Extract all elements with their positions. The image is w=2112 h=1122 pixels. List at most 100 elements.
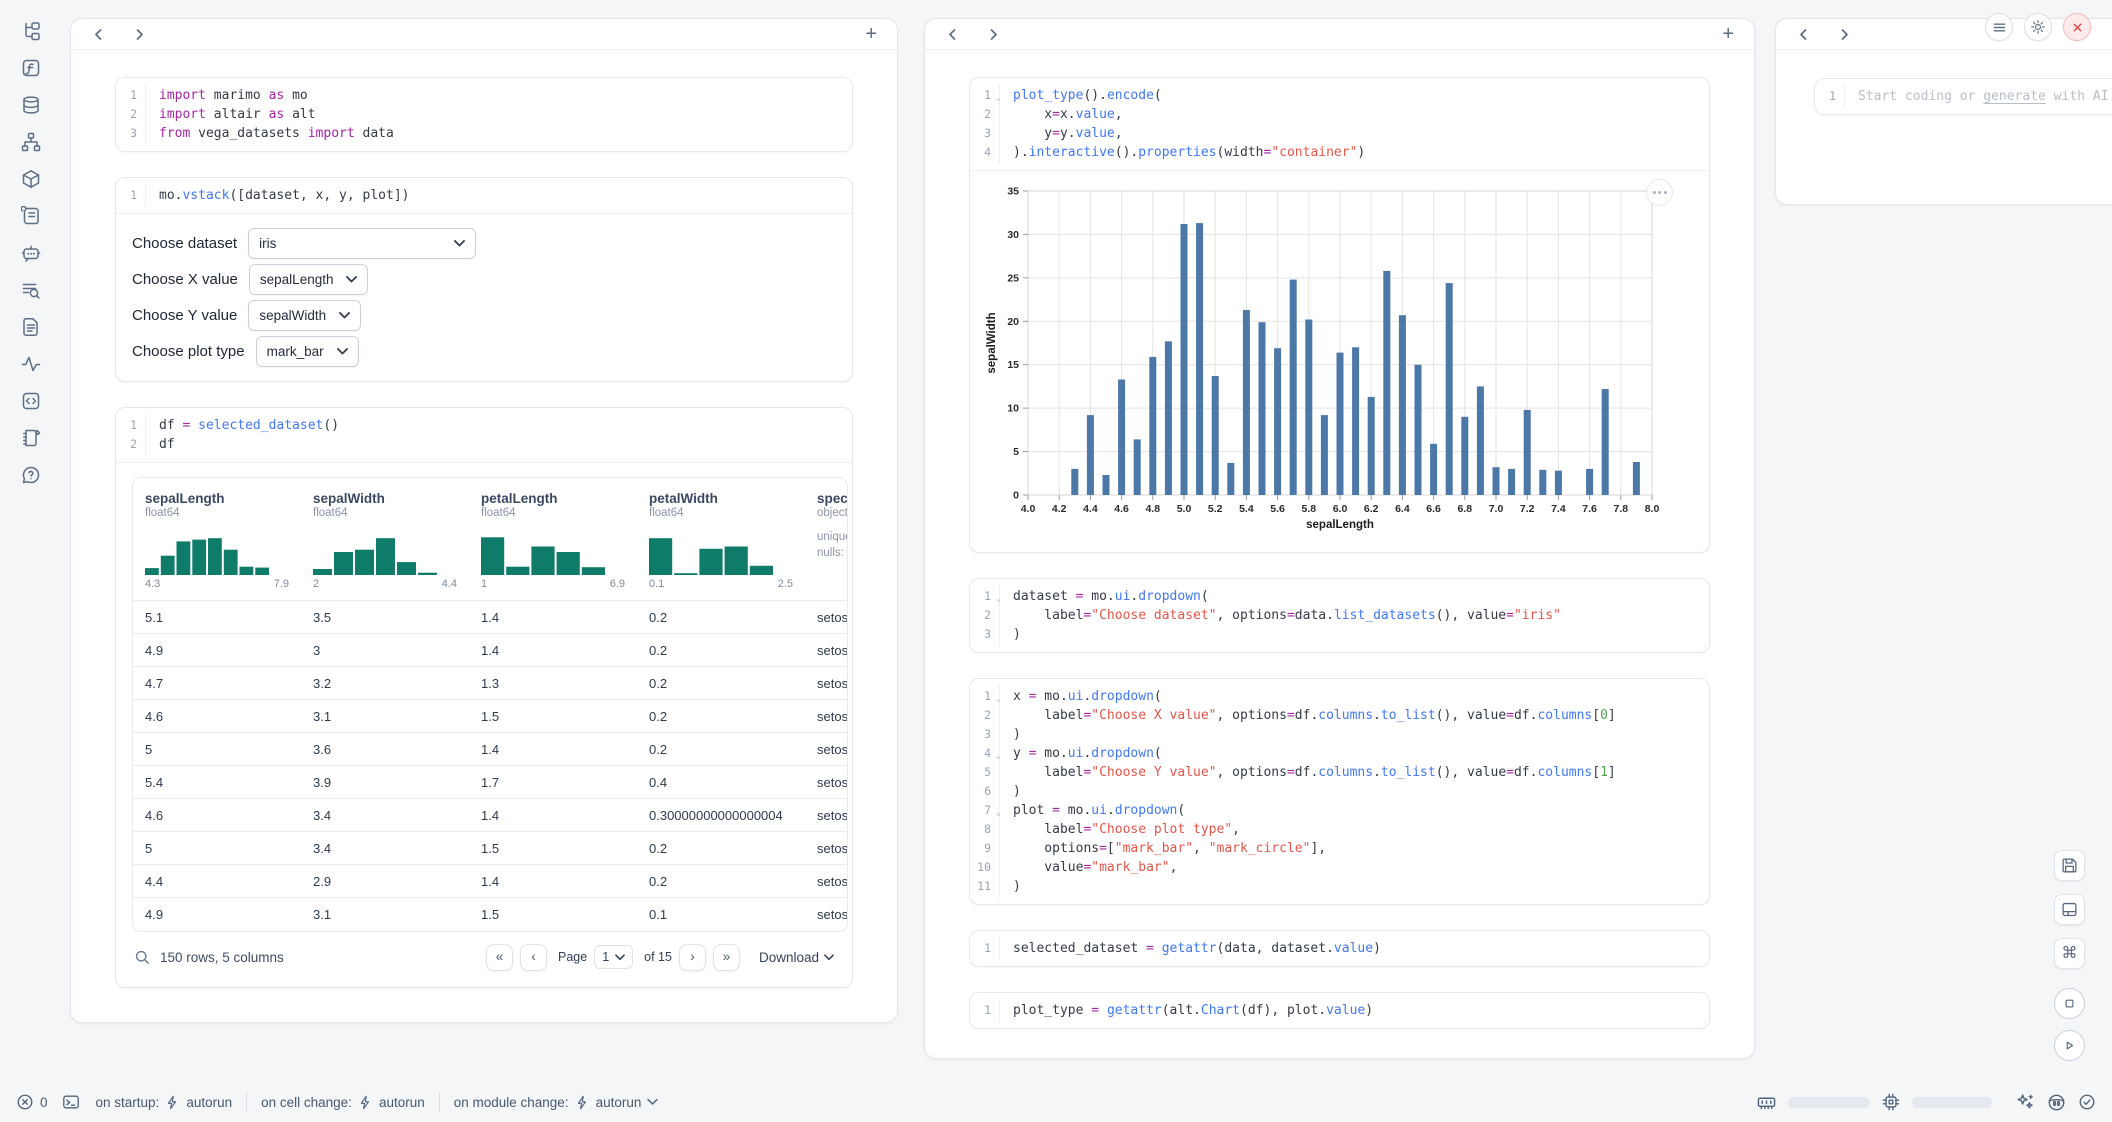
table-row[interactable]: 4.73.21.30.2setosa xyxy=(133,667,848,700)
column-header[interactable]: sepalLengthfloat644.37.9 xyxy=(133,478,301,601)
svg-text:7.6: 7.6 xyxy=(1582,503,1597,515)
table-cell: 5.4 xyxy=(133,766,301,799)
scroll-icon[interactable] xyxy=(21,205,42,226)
column-header[interactable]: petalLengthfloat6416.9 xyxy=(469,478,637,601)
table-cell: 1.4 xyxy=(469,733,637,766)
prev-column-icon[interactable] xyxy=(1796,27,1811,42)
dropdown-select[interactable]: mark_bar xyxy=(256,336,359,367)
bolt-icon xyxy=(575,1095,590,1110)
search-icon[interactable] xyxy=(134,949,151,966)
code-editor-imports[interactable]: 1import marimo as mo2import altair as al… xyxy=(116,78,852,151)
dropdown-row: Choose plot typemark_bar xyxy=(132,336,836,367)
column-header[interactable]: speciesobjectunique:nulls: xyxy=(805,478,848,601)
save-button[interactable] xyxy=(2054,850,2085,881)
code-editor-dataframe[interactable]: 1df = selected_dataset()2df xyxy=(116,408,852,462)
code-editor-selected-dataset[interactable]: 1selected_dataset = getattr(data, datase… xyxy=(970,931,1709,966)
dropdown-select[interactable]: sepalWidth xyxy=(248,300,361,331)
line-number: 11 xyxy=(970,877,999,896)
document-icon[interactable] xyxy=(21,316,42,337)
table-cell: 1.5 xyxy=(469,700,637,733)
prev-column-icon[interactable] xyxy=(945,27,960,42)
bar xyxy=(1383,271,1390,495)
code-editor-plot[interactable]: 1⌄plot_type().encode(2 x=x.value,3 y=y.v… xyxy=(970,78,1709,170)
svg-text:5.0: 5.0 xyxy=(1177,503,1192,515)
logs-search-icon[interactable] xyxy=(21,279,42,300)
add-cell-button[interactable]: + xyxy=(865,24,877,44)
table-row[interactable]: 5.13.51.40.2setosa xyxy=(133,601,848,634)
code-editor-empty[interactable]: 1 Start coding or generate with AI xyxy=(1815,79,2112,114)
function-icon[interactable] xyxy=(21,57,42,78)
table-row[interactable]: 53.41.50.2setosa xyxy=(133,832,848,865)
table-row[interactable]: 53.61.40.2setosa xyxy=(133,733,848,766)
next-page-button[interactable]: › xyxy=(679,944,706,971)
table-cell: 0.2 xyxy=(637,634,805,667)
on-cell-change-toggle[interactable]: on cell change: autorun xyxy=(261,1095,425,1110)
table-row[interactable]: 5.43.91.70.4setosa xyxy=(133,766,848,799)
keyboard-shortcuts-button[interactable]: ⌘ xyxy=(2054,938,2085,969)
shutdown-button[interactable] xyxy=(2063,13,2091,41)
table-row[interactable]: 4.63.41.40.30000000000000004setosa xyxy=(133,799,848,832)
bar xyxy=(1274,348,1281,495)
column-header[interactable]: petalWidthfloat640.12.5 xyxy=(637,478,805,601)
table-row[interactable]: 4.93.11.50.1setosa xyxy=(133,898,848,931)
generate-link[interactable]: generate xyxy=(1983,89,2046,104)
code-editor-dataset[interactable]: 1⌄dataset = mo.ui.dropdown(2 label="Choo… xyxy=(970,579,1709,652)
dataframe-table: sepalLengthfloat644.37.9sepalWidthfloat6… xyxy=(132,477,848,932)
dropdown-select[interactable]: sepalLength xyxy=(249,264,369,295)
chat-bot-icon[interactable] xyxy=(21,242,42,263)
bar-chart[interactable]: 4.04.24.44.64.85.05.25.45.65.86.06.26.46… xyxy=(984,183,1695,544)
table-row[interactable]: 4.42.91.40.2setosa xyxy=(133,865,848,898)
ai-sparkles-icon[interactable] xyxy=(2016,1093,2035,1112)
svg-text:6.6: 6.6 xyxy=(1426,503,1441,515)
code-editor-plot-type[interactable]: 1plot_type = getattr(alt.Chart(df), plot… xyxy=(970,993,1709,1028)
connection-status-icon xyxy=(2078,1093,2096,1111)
column-header[interactable]: sepalWidthfloat6424.4 xyxy=(301,478,469,601)
next-column-icon[interactable] xyxy=(132,27,147,42)
scratchpad-icon[interactable] xyxy=(21,427,42,448)
dropdown-label: Choose Y value xyxy=(132,307,237,324)
chart-menu-button[interactable] xyxy=(1646,179,1673,206)
run-button[interactable] xyxy=(2054,1030,2085,1061)
errors-indicator[interactable]: 0 xyxy=(16,1093,48,1111)
code-line: 4⌄y = mo.ui.dropdown( xyxy=(970,744,1709,763)
first-page-button[interactable]: « xyxy=(486,944,513,971)
code-editor-xy-plot[interactable]: 1⌄x = mo.ui.dropdown(2 label="Choose X v… xyxy=(970,679,1709,904)
layout-button[interactable] xyxy=(2054,894,2085,925)
terminal-button[interactable] xyxy=(62,1093,80,1111)
prev-page-button[interactable]: ‹ xyxy=(520,944,547,971)
file-tree-icon[interactable] xyxy=(21,20,42,41)
bar xyxy=(1212,376,1219,495)
code-editor-vstack[interactable]: 1mo.vstack([dataset, x, y, plot]) xyxy=(116,178,852,213)
table-row[interactable]: 4.63.11.50.2setosa xyxy=(133,700,848,733)
line-number: 1 xyxy=(1815,87,1844,106)
next-column-icon[interactable] xyxy=(986,27,1001,42)
copilot-icon[interactable] xyxy=(2047,1093,2066,1112)
activity-pulse-icon[interactable] xyxy=(21,353,42,374)
add-cell-button[interactable]: + xyxy=(1722,24,1734,44)
table-cell: 3.1 xyxy=(301,700,469,733)
vstack-output: Choose datasetirisChoose X valuesepalLen… xyxy=(116,213,852,381)
package-icon[interactable] xyxy=(21,168,42,189)
last-page-button[interactable]: » xyxy=(713,944,740,971)
table-cell: 5 xyxy=(133,733,301,766)
page-select[interactable]: 1 xyxy=(594,945,633,969)
table-cell: 0.30000000000000004 xyxy=(637,799,805,832)
database-icon[interactable] xyxy=(21,94,42,115)
column-histogram xyxy=(313,529,437,575)
help-icon[interactable] xyxy=(21,464,42,485)
menu-button[interactable] xyxy=(1985,13,2013,41)
settings-button[interactable] xyxy=(2024,13,2052,41)
page-label: Page xyxy=(558,950,587,964)
prev-column-icon[interactable] xyxy=(91,27,106,42)
table-cell: 3.6 xyxy=(301,733,469,766)
code-snippet-icon[interactable] xyxy=(21,390,42,411)
dropdown-select[interactable]: iris xyxy=(248,228,476,259)
download-button[interactable]: Download xyxy=(759,950,834,965)
dependency-graph-icon[interactable] xyxy=(21,131,42,152)
next-column-icon[interactable] xyxy=(1837,27,1852,42)
svg-text:7.0: 7.0 xyxy=(1489,503,1504,515)
table-row[interactable]: 4.931.40.2setosa xyxy=(133,634,848,667)
on-startup-toggle[interactable]: on startup: autorun xyxy=(96,1095,233,1110)
app-frame-button[interactable] xyxy=(2054,988,2085,1019)
on-module-change-toggle[interactable]: on module change: autorun xyxy=(454,1095,659,1110)
